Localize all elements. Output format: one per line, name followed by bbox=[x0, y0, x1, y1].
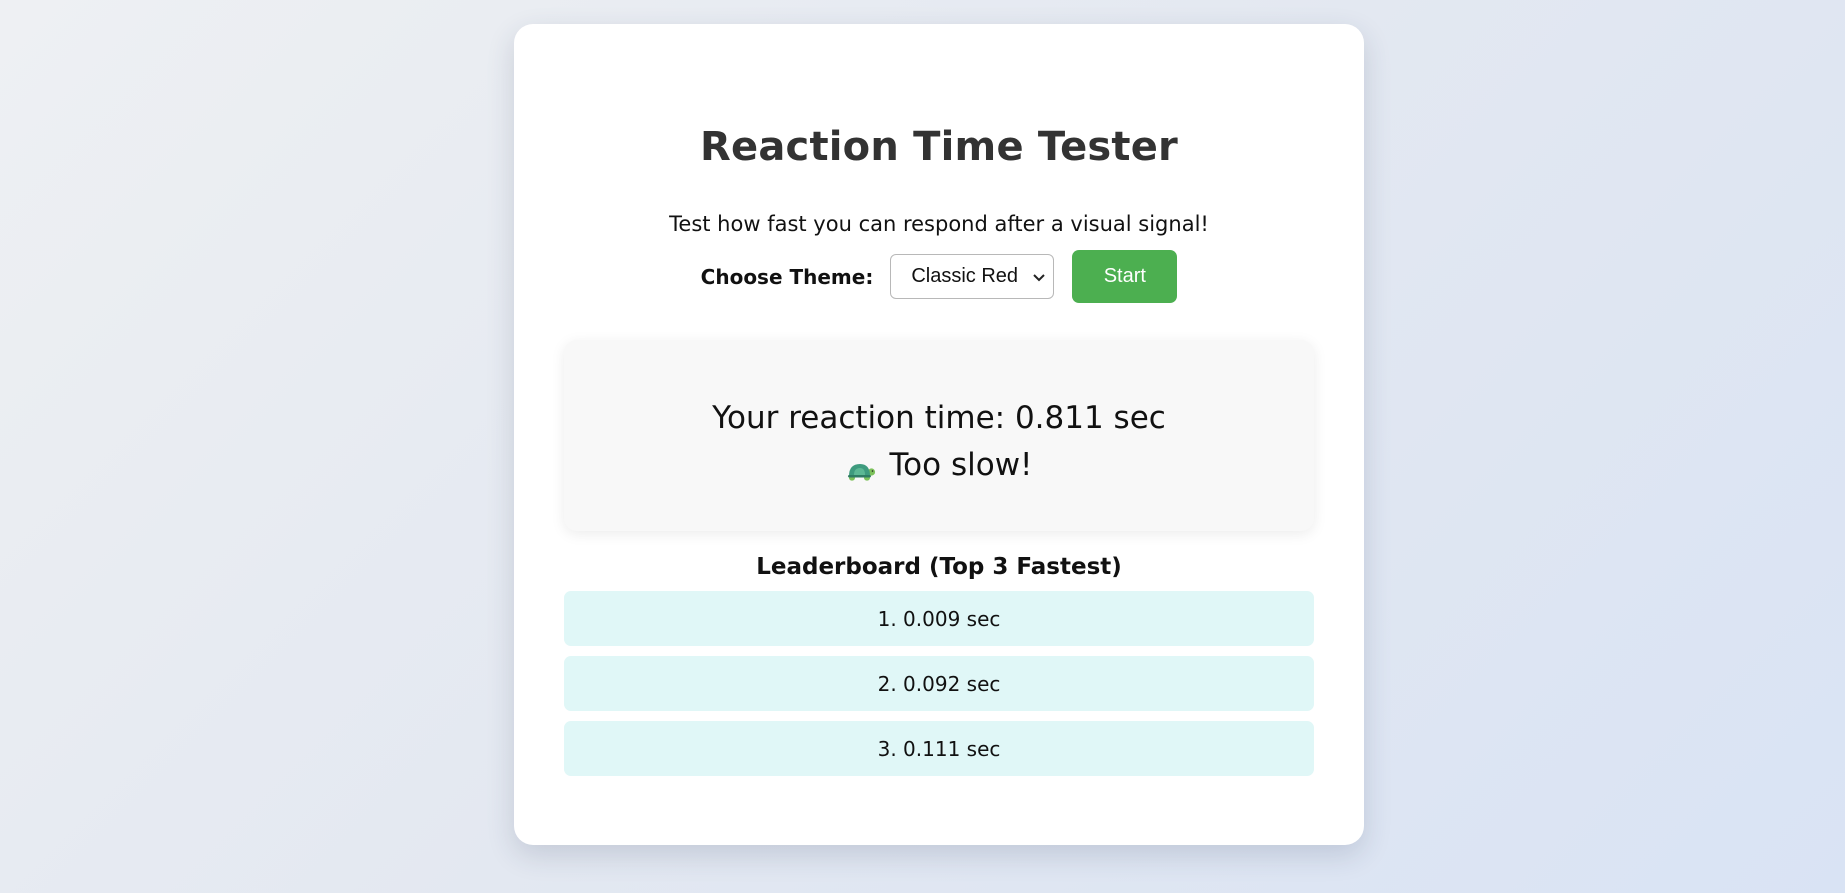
chevron-down-icon bbox=[1033, 269, 1046, 285]
result-panel: Your reaction time: 0.811 sec Too slow! bbox=[564, 340, 1314, 531]
page-subtitle: Test how fast you can respond after a vi… bbox=[669, 212, 1209, 236]
leaderboard-row: 1. 0.009 sec bbox=[564, 591, 1314, 646]
leaderboard-row: 3. 0.111 sec bbox=[564, 721, 1314, 776]
theme-select-value: Classic Red bbox=[911, 265, 1019, 287]
verdict-text: Too slow! bbox=[889, 447, 1033, 483]
controls-bar: Choose Theme: Classic Red Start bbox=[514, 250, 1364, 303]
verdict: Too slow! bbox=[564, 447, 1314, 483]
app-card: Reaction Time Tester Test how fast you c… bbox=[514, 24, 1364, 845]
leaderboard-title: Leaderboard (Top 3 Fastest) bbox=[756, 554, 1122, 580]
theme-select[interactable]: Classic Red bbox=[890, 254, 1055, 299]
turtle-icon bbox=[846, 455, 876, 481]
theme-label: Choose Theme: bbox=[700, 264, 874, 289]
page-title: Reaction Time Tester bbox=[700, 124, 1178, 170]
reaction-time-text: Your reaction time: 0.811 sec bbox=[712, 400, 1166, 436]
leaderboard-row: 2. 0.092 sec bbox=[564, 656, 1314, 711]
start-button[interactable]: Start bbox=[1072, 250, 1178, 303]
